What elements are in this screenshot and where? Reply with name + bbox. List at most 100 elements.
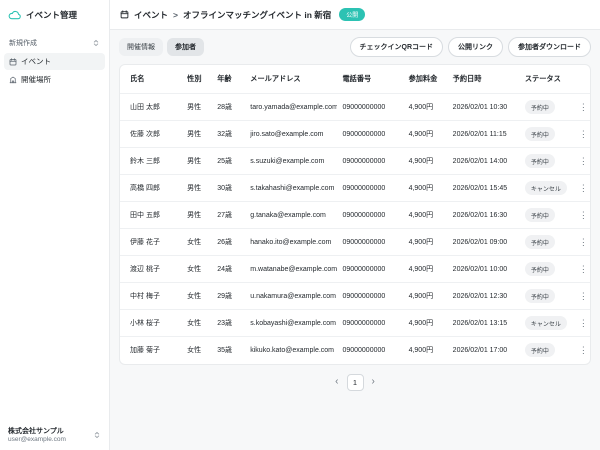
checkin-qr-button[interactable]: チェックインQRコード	[350, 37, 444, 57]
cell-phone: 09000000000	[337, 175, 403, 202]
cell-fee: 4,900円	[404, 310, 448, 337]
cell-datetime: 2026/02/01 11:15	[448, 121, 520, 148]
participants-table-card: 氏名 性別 年齢 メールアドレス 電話番号 参加料金 予約日時 ステータス 山田…	[119, 64, 591, 365]
app-title: イベント管理	[26, 9, 77, 21]
table-row: 鈴木 三郎男性25歳s.suzuki@example.com0900000000…	[120, 148, 590, 175]
account-email: user@example.com	[8, 436, 66, 443]
cell-email: hanako.ito@example.com	[245, 229, 337, 256]
sidebar-item-venues[interactable]: 開催場所	[4, 71, 105, 88]
cell-status: キャンセル	[520, 310, 572, 337]
status-badge: 予約中	[525, 154, 555, 168]
cell-name: 鈴木 三郎	[120, 148, 182, 175]
row-menu-button[interactable]: ⋮	[577, 317, 590, 330]
tab-event-info[interactable]: 開催情報	[119, 38, 163, 56]
cell-age: 24歳	[212, 256, 245, 283]
cell-fee: 4,900円	[404, 256, 448, 283]
sidebar-item-label: 開催場所	[21, 74, 51, 85]
app-logo[interactable]: イベント管理	[0, 0, 109, 30]
download-participants-button[interactable]: 参加者ダウンロード	[508, 37, 591, 57]
row-menu-button[interactable]: ⋮	[577, 236, 590, 249]
row-menu-button[interactable]: ⋮	[577, 182, 590, 195]
tab-participants[interactable]: 参加者	[167, 38, 204, 56]
cell-email: m.watanabe@example.com	[245, 256, 337, 283]
action-buttons: チェックインQRコード 公開リンク 参加者ダウンロード	[350, 37, 592, 57]
status-badge: 予約中	[525, 208, 555, 222]
cell-age: 28歳	[212, 94, 245, 121]
sidebar-item-events[interactable]: イベント	[4, 53, 105, 70]
cell-name: 伊藤 花子	[120, 229, 182, 256]
participants-table-body: 山田 太郎男性28歳taro.yamada@example.com0900000…	[120, 94, 590, 364]
column-header-fee: 参加料金	[404, 65, 448, 94]
participants-table: 氏名 性別 年齢 メールアドレス 電話番号 参加料金 予約日時 ステータス 山田…	[120, 65, 590, 364]
breadcrumb-current-event: オフラインマッチングイベント in 新宿	[183, 9, 331, 21]
cell-name: 中村 梅子	[120, 283, 182, 310]
cell-fee: 4,900円	[404, 337, 448, 364]
page-number-button[interactable]: 1	[347, 374, 364, 391]
row-menu-button[interactable]: ⋮	[577, 128, 590, 141]
sidebar-item-label: イベント	[21, 56, 51, 67]
cell-status: 予約中	[520, 229, 572, 256]
row-menu-button[interactable]: ⋮	[577, 155, 590, 168]
cell-name: 加藤 菊子	[120, 337, 182, 364]
account-switcher[interactable]: 株式会社サンプル user@example.com	[0, 419, 109, 450]
table-row: 加藤 菊子女性35歳kikuko.kato@example.com0900000…	[120, 337, 590, 364]
cell-phone: 09000000000	[337, 94, 403, 121]
account-info: 株式会社サンプル user@example.com	[8, 426, 66, 443]
table-row: 高橋 四郎男性30歳s.takahashi@example.com0900000…	[120, 175, 590, 202]
cell-row-menu: ⋮	[572, 148, 590, 175]
unfold-icon	[92, 39, 100, 47]
row-menu-button[interactable]: ⋮	[577, 209, 590, 222]
cell-age: 29歳	[212, 283, 245, 310]
breadcrumb: イベント > オフラインマッチングイベント in 新宿 公開	[110, 0, 600, 30]
cell-fee: 4,900円	[404, 94, 448, 121]
new-create-label: 新規作成	[9, 38, 37, 48]
cell-email: s.suzuki@example.com	[245, 148, 337, 175]
cell-datetime: 2026/02/01 15:45	[448, 175, 520, 202]
status-badge: キャンセル	[525, 316, 567, 330]
cloud-logo-icon	[8, 10, 22, 21]
content-area: 開催情報 参加者 チェックインQRコード 公開リンク 参加者ダウンロード 氏名 …	[110, 30, 600, 450]
cell-status: キャンセル	[520, 175, 572, 202]
cell-phone: 09000000000	[337, 148, 403, 175]
cell-gender: 男性	[182, 148, 212, 175]
sidebar-section-new-create[interactable]: 新規作成	[6, 36, 103, 50]
next-page-button[interactable]: ›	[372, 377, 375, 387]
cell-gender: 男性	[182, 121, 212, 148]
prev-page-button[interactable]: ‹	[335, 377, 338, 387]
cell-row-menu: ⋮	[572, 283, 590, 310]
cell-datetime: 2026/02/01 10:00	[448, 256, 520, 283]
column-header-status: ステータス	[520, 65, 572, 94]
cell-name: 田中 五郎	[120, 202, 182, 229]
cell-phone: 09000000000	[337, 121, 403, 148]
cell-datetime: 2026/02/01 12:30	[448, 283, 520, 310]
row-menu-button[interactable]: ⋮	[577, 263, 590, 276]
status-badge: 予約中	[525, 289, 555, 303]
column-header-menu	[572, 65, 590, 94]
cell-datetime: 2026/02/01 17:00	[448, 337, 520, 364]
table-row: 田中 五郎男性27歳g.tanaka@example.com0900000000…	[120, 202, 590, 229]
cell-status: 予約中	[520, 256, 572, 283]
cell-gender: 女性	[182, 229, 212, 256]
table-row: 佐藤 次郎男性32歳jiro.sato@example.com090000000…	[120, 121, 590, 148]
cell-age: 32歳	[212, 121, 245, 148]
status-badge: キャンセル	[525, 181, 567, 195]
row-menu-button[interactable]: ⋮	[577, 101, 590, 114]
cell-phone: 09000000000	[337, 202, 403, 229]
cell-age: 26歳	[212, 229, 245, 256]
calendar-icon	[9, 58, 17, 66]
row-menu-button[interactable]: ⋮	[577, 344, 590, 357]
cell-status: 予約中	[520, 283, 572, 310]
breadcrumb-separator: >	[173, 10, 178, 20]
cell-name: 佐藤 次郎	[120, 121, 182, 148]
app-window: イベント管理 新規作成 イベント 開催場所	[0, 0, 600, 450]
cell-fee: 4,900円	[404, 202, 448, 229]
public-link-button[interactable]: 公開リンク	[448, 37, 503, 57]
row-menu-button[interactable]: ⋮	[577, 290, 590, 303]
cell-gender: 男性	[182, 175, 212, 202]
table-row: 山田 太郎男性28歳taro.yamada@example.com0900000…	[120, 94, 590, 121]
pagination: ‹ 1 ›	[119, 374, 591, 391]
cell-email: kikuko.kato@example.com	[245, 337, 337, 364]
status-badge: 予約中	[525, 127, 555, 141]
cell-phone: 09000000000	[337, 283, 403, 310]
breadcrumb-events-link[interactable]: イベント	[134, 9, 168, 21]
